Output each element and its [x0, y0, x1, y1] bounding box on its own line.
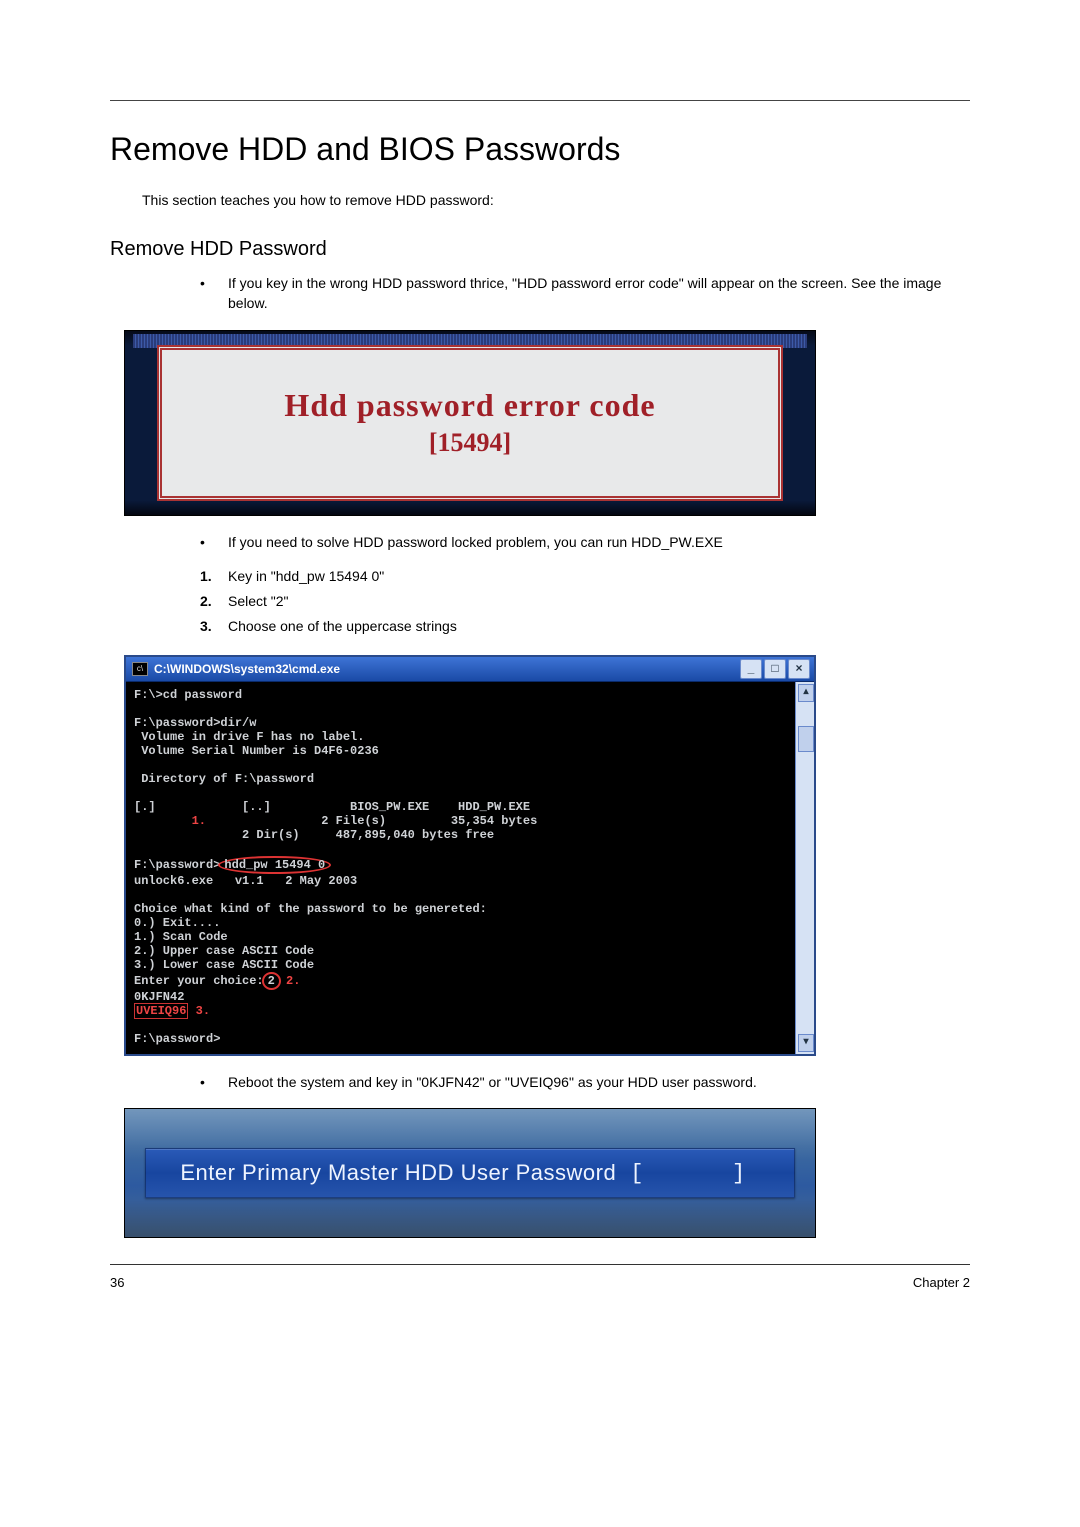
- close-button[interactable]: ×: [788, 659, 810, 679]
- cmd-titlebar: c\ C:\WINDOWS\system32\cmd.exe _ □ ×: [126, 657, 814, 682]
- step-item: Key in "hdd_pw 15494 0": [200, 566, 970, 587]
- document-page: Remove HDD and BIOS Passwords This secti…: [0, 0, 1080, 1527]
- error-code: [15494]: [429, 428, 511, 458]
- bios-prompt-image: Enter Primary Master HDD User Password […: [124, 1108, 816, 1238]
- annotation-1: 1.: [192, 814, 206, 828]
- step-item: Select "2": [200, 591, 970, 612]
- hdd-error-image: Hdd password error code [15494]: [124, 330, 816, 516]
- step-item: Choose one of the uppercase strings: [200, 616, 970, 637]
- window-buttons: _ □ ×: [740, 659, 810, 679]
- page-number: 36: [110, 1275, 124, 1290]
- error-card: Hdd password error code [15494]: [157, 345, 783, 501]
- annotation-3: 3.: [196, 1004, 210, 1018]
- bios-prompt-text: Enter Primary Master HDD User Password: [180, 1160, 616, 1186]
- bullet-list-1: If you key in the wrong HDD password thr…: [200, 273, 970, 314]
- bullet-item: If you need to solve HDD password locked…: [200, 532, 970, 552]
- scrollbar[interactable]: ▴ ▾: [795, 682, 814, 1054]
- error-text: Hdd password error code: [284, 387, 655, 424]
- annotation-input-1: hdd_pw 15494 0: [218, 856, 331, 874]
- cmd-window: c\ C:\WINDOWS\system32\cmd.exe _ □ × F:\…: [124, 655, 816, 1056]
- bracket-left: [: [616, 1161, 658, 1186]
- annotation-input-2: 2: [262, 972, 281, 990]
- bracket-right: ]: [718, 1161, 760, 1186]
- bullet-item: If you key in the wrong HDD password thr…: [200, 273, 970, 314]
- cmd-title: C:\WINDOWS\system32\cmd.exe: [154, 663, 740, 675]
- page-footer: 36 Chapter 2: [110, 1264, 970, 1290]
- minimize-button[interactable]: _: [740, 659, 762, 679]
- page-title: Remove HDD and BIOS Passwords: [110, 131, 970, 168]
- bullet-list-3: Reboot the system and key in "0KJFN42" o…: [200, 1072, 970, 1092]
- cmd-icon: c\: [132, 662, 148, 676]
- steps-list: Key in "hdd_pw 15494 0" Select "2" Choos…: [182, 566, 970, 637]
- annotation-2: 2.: [286, 974, 300, 988]
- cmd-output: F:\>cd password F:\password>dir/w Volume…: [126, 682, 795, 1054]
- scroll-thumb[interactable]: [798, 726, 814, 752]
- scroll-up-icon[interactable]: ▴: [798, 684, 814, 702]
- bullet-list-2: If you need to solve HDD password locked…: [200, 532, 970, 552]
- chapter-label: Chapter 2: [913, 1275, 970, 1290]
- scroll-down-icon[interactable]: ▾: [798, 1034, 814, 1052]
- cmd-body: F:\>cd password F:\password>dir/w Volume…: [126, 682, 814, 1054]
- bullet-item: Reboot the system and key in "0KJFN42" o…: [200, 1072, 970, 1092]
- annotation-result: UVEIQ96: [134, 1003, 188, 1019]
- intro-text: This section teaches you how to remove H…: [142, 192, 970, 208]
- section-subtitle: Remove HDD Password: [110, 238, 970, 261]
- top-rule: [110, 100, 970, 101]
- bios-prompt-bar: Enter Primary Master HDD User Password […: [145, 1148, 796, 1198]
- maximize-button[interactable]: □: [764, 659, 786, 679]
